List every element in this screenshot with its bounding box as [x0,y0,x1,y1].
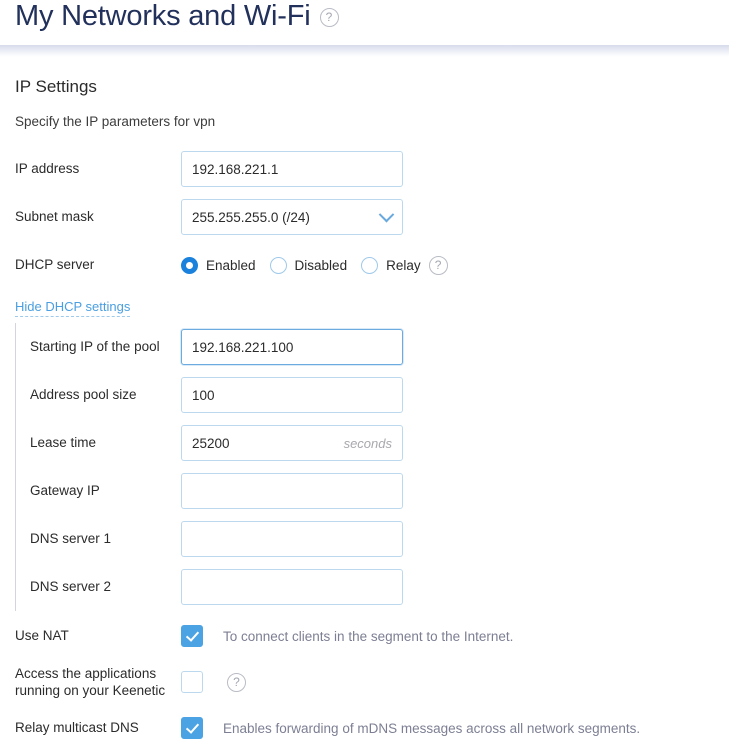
dhcp-settings-group: Starting IP of the pool 192.168.221.100 … [15,323,729,611]
row-use-nat: Use NAT To connect clients in the segmen… [15,613,729,659]
gateway-ip-input[interactable] [181,473,403,509]
lease-time-input[interactable]: 25200 seconds [181,425,403,461]
control-relay-multicast-dns [181,717,223,739]
use-nat-checkbox[interactable] [181,625,203,647]
hide-dhcp-settings-link[interactable]: Hide DHCP settings [15,299,131,317]
control-pool-size: 100 [181,377,403,413]
control-lease-time: 25200 seconds [181,425,403,461]
row-subnet-mask: Subnet mask 255.255.255.0 (/24) [15,193,729,241]
label-subnet-mask: Subnet mask [15,209,94,224]
control-starting-ip: 192.168.221.100 [181,329,403,365]
row-dns-server-1: DNS server 1 [30,515,729,563]
label-pool-size: Address pool size [30,387,137,402]
radio-enabled-label: Enabled [206,257,256,273]
lease-time-value: 25200 [192,435,230,451]
subnet-mask-select[interactable]: 255.255.255.0 (/24) [181,199,403,235]
row-relay-multicast-dns: Relay multicast DNS Enables forwarding o… [15,705,729,750]
label-ip-address: IP address [15,161,80,176]
control-use-nat [181,625,223,647]
question-circle-icon[interactable]: ? [319,8,339,27]
label-use-nat: Use NAT [15,628,69,643]
page-title: My Networks and Wi-Fi [15,0,311,32]
row-gateway-ip: Gateway IP [30,467,729,515]
lease-time-unit: seconds [343,435,392,451]
radio-relay-indicator[interactable] [361,256,379,274]
pool-size-input[interactable]: 100 [181,377,403,413]
control-subnet-mask: 255.255.255.0 (/24) [181,199,403,235]
ip-address-value: 192.168.221.1 [192,161,279,177]
radio-option-enabled[interactable]: Enabled [181,256,256,274]
relay-multicast-dns-checkbox[interactable] [181,717,203,739]
starting-ip-input[interactable]: 192.168.221.100 [181,329,403,365]
dhcp-server-radio-group: Enabled Disabled Relay ? [181,255,448,275]
label-relay-multicast-dns: Relay multicast DNS [15,720,139,735]
label-dns-server-1: DNS server 1 [30,531,112,546]
header-divider [0,45,729,57]
row-pool-size: Address pool size 100 [30,371,729,419]
control-dns-server-1 [181,521,403,557]
control-access-applications [181,671,223,693]
control-dns-server-2 [181,569,403,605]
pool-size-value: 100 [192,387,215,403]
row-ip-address: IP address 192.168.221.1 [15,145,729,193]
dns-server-2-input[interactable] [181,569,403,605]
label-lease-time: Lease time [30,435,97,450]
settings-content: IP Settings Specify the IP parameters fo… [0,77,729,750]
section-description: Specify the IP parameters for vpn [15,114,216,129]
starting-ip-value: 192.168.221.100 [192,339,294,355]
label-access-applications: Access the applications running on your … [15,665,181,699]
radio-option-disabled[interactable]: Disabled [269,256,348,274]
section-title: IP Settings [15,77,97,96]
row-dhcp-server: DHCP server Enabled Disabled Relay ? [15,241,729,289]
ip-address-input[interactable]: 192.168.221.1 [181,151,403,187]
row-dns-server-2: DNS server 2 [30,563,729,611]
label-starting-ip: Starting IP of the pool [30,339,160,354]
row-starting-ip: Starting IP of the pool 192.168.221.100 [30,323,729,371]
dns-server-1-input[interactable] [181,521,403,557]
row-access-applications: Access the applications running on your … [15,659,729,705]
page-header: My Networks and Wi-Fi ? [0,0,729,45]
label-dns-server-2: DNS server 2 [30,579,112,594]
access-applications-label-line1: Access the applications [15,666,157,681]
access-applications-checkbox[interactable] [181,671,203,693]
label-gateway-ip: Gateway IP [30,483,100,498]
access-applications-question-circle-icon[interactable]: ? [227,672,246,692]
dhcp-server-question-circle-icon[interactable]: ? [428,255,448,275]
radio-relay-label: Relay [386,257,421,273]
row-lease-time: Lease time 25200 seconds [30,419,729,467]
subnet-mask-value: 255.255.255.0 (/24) [192,209,310,225]
control-ip-address: 192.168.221.1 [181,151,403,187]
radio-enabled-indicator[interactable] [181,256,198,274]
radio-option-relay[interactable]: Relay [361,256,421,274]
use-nat-description: To connect clients in the segment to the… [223,628,514,644]
radio-disabled-indicator[interactable] [269,256,287,274]
relay-multicast-dns-description: Enables forwarding of mDNS messages acro… [223,720,641,736]
label-dhcp-server: DHCP server [15,257,95,272]
radio-disabled-label: Disabled [294,257,348,273]
control-gateway-ip [181,473,403,509]
access-applications-label-line2: running on your Keenetic [15,683,166,698]
chevron-down-icon [378,206,395,222]
